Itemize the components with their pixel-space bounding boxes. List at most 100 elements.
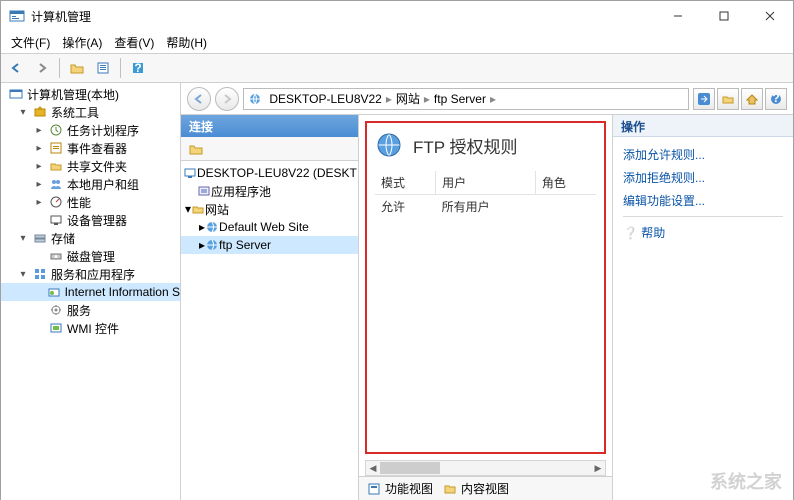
scroll-left-icon[interactable]: ◀ xyxy=(366,461,380,475)
breadcrumb-site[interactable]: ftp Server xyxy=(434,92,486,106)
chevron-right-icon: ▸ xyxy=(386,92,392,106)
iis-explore-button[interactable] xyxy=(717,88,739,110)
conn-folder-button[interactable] xyxy=(185,138,207,160)
col-role[interactable]: 角色 xyxy=(535,171,596,195)
iis-home-button[interactable] xyxy=(741,88,763,110)
tree-shared[interactable]: ▸共享文件夹 xyxy=(1,157,180,175)
tree-perf[interactable]: ▸性能 xyxy=(1,193,180,211)
menu-action[interactable]: 操作(A) xyxy=(56,32,108,53)
connections-toolbar xyxy=(181,137,358,161)
conn-sites[interactable]: ▾网站 xyxy=(181,200,358,218)
scroll-right-icon[interactable]: ▶ xyxy=(591,461,605,475)
conn-apppools[interactable]: 应用程序池 xyxy=(181,182,358,200)
breadcrumb-host[interactable]: DESKTOP-LEU8V22 xyxy=(248,92,382,106)
tree-services[interactable]: 服务 xyxy=(1,301,180,319)
tree-systools[interactable]: ▾系统工具 xyxy=(1,103,180,121)
col-user[interactable]: 用户 xyxy=(436,171,536,195)
tab-content-view[interactable]: 内容视图 xyxy=(443,480,509,497)
maximize-button[interactable] xyxy=(701,1,747,31)
col-mode[interactable]: 模式 xyxy=(375,171,436,195)
titlebar: 计算机管理 xyxy=(1,1,793,31)
svg-text:?: ? xyxy=(134,61,141,75)
iis-back-button[interactable] xyxy=(187,87,211,111)
scroll-thumb[interactable] xyxy=(380,462,440,474)
actions-separator xyxy=(623,216,783,217)
folder-button[interactable] xyxy=(66,57,88,79)
menu-view[interactable]: 查看(V) xyxy=(108,32,160,53)
tree-tasksched[interactable]: ▸任务计划程序 xyxy=(1,121,180,139)
window-title: 计算机管理 xyxy=(31,8,655,25)
iis-forward-button[interactable] xyxy=(215,87,239,111)
tree-wmi-label: WMI 控件 xyxy=(67,320,119,337)
breadcrumb-sites[interactable]: 网站 xyxy=(396,90,420,107)
iis-addressbar: DESKTOP-LEU8V22 ▸ 网站 ▸ ftp Server ▸ ? xyxy=(181,83,793,115)
action-help[interactable]: ❔ 帮助 xyxy=(623,221,783,244)
chevron-right-icon: ▸ xyxy=(424,92,430,106)
rules-table[interactable]: 模式 用户 角色 允许 所有用户 xyxy=(375,171,596,218)
close-button[interactable] xyxy=(747,1,793,31)
minimize-button[interactable] xyxy=(655,1,701,31)
action-add-allow[interactable]: 添加允许规则... xyxy=(623,143,783,166)
tree-iis-label: Internet Information S xyxy=(65,285,180,299)
conn-host[interactable]: DESKTOP-LEU8V22 (DESKT xyxy=(181,164,358,182)
app-icon xyxy=(9,8,25,24)
action-add-deny[interactable]: 添加拒绝规则... xyxy=(623,166,783,189)
tree-iis[interactable]: Internet Information S xyxy=(1,283,180,301)
tree-wmi[interactable]: WMI 控件 xyxy=(1,319,180,337)
iis-help-button[interactable]: ? xyxy=(765,88,787,110)
breadcrumb[interactable]: DESKTOP-LEU8V22 ▸ 网站 ▸ ftp Server ▸ xyxy=(243,88,689,110)
table-row[interactable]: 允许 所有用户 xyxy=(375,195,596,219)
actions-header: 操作 xyxy=(613,115,793,137)
tree-storage[interactable]: ▾存储 xyxy=(1,229,180,247)
conn-host-label: DESKTOP-LEU8V22 (DESKT xyxy=(197,166,357,180)
tree-diskmgmt[interactable]: 磁盘管理 xyxy=(1,247,180,265)
cell-mode: 允许 xyxy=(375,195,436,219)
ftp-rules-panel: FTP 授权规则 模式 用户 角色 允许 所有用户 xyxy=(365,121,606,454)
conn-dws-label: Default Web Site xyxy=(219,220,309,234)
forward-button[interactable] xyxy=(31,57,53,79)
tree-services-label: 服务 xyxy=(67,302,91,319)
actions-pane: 操作 添加允许规则... 添加拒绝规则... 编辑功能设置... ❔ 帮助 xyxy=(613,115,793,500)
conn-ftpserver[interactable]: ▸ftp Server xyxy=(181,236,358,254)
iis-go-button[interactable] xyxy=(693,88,715,110)
table-header-row: 模式 用户 角色 xyxy=(375,171,596,195)
horizontal-scrollbar[interactable]: ◀ ▶ xyxy=(365,460,606,476)
tree-storage-label: 存储 xyxy=(51,230,75,247)
view-tabs: 功能视图 内容视图 xyxy=(359,476,612,500)
conn-sites-label: 网站 xyxy=(205,201,229,218)
main: 计算机管理(本地) ▾系统工具 ▸任务计划程序 ▸事件查看器 ▸共享文件夹 ▸本… xyxy=(1,83,793,500)
toolbar: ? xyxy=(1,53,793,83)
connections-tree[interactable]: DESKTOP-LEU8V22 (DESKT 应用程序池 ▾网站 ▸Defaul… xyxy=(181,161,358,500)
globe-icon xyxy=(375,131,403,159)
ftp-title: FTP 授权规则 xyxy=(413,133,518,158)
tree-devmgr[interactable]: 设备管理器 xyxy=(1,211,180,229)
connections-header: 连接 xyxy=(181,115,358,137)
tree-localusers[interactable]: ▸本地用户和组 xyxy=(1,175,180,193)
tree-systools-label: 系统工具 xyxy=(51,104,99,121)
tree-eventvwr[interactable]: ▸事件查看器 xyxy=(1,139,180,157)
mmc-tree[interactable]: 计算机管理(本地) ▾系统工具 ▸任务计划程序 ▸事件查看器 ▸共享文件夹 ▸本… xyxy=(1,83,181,500)
chevron-right-icon: ▸ xyxy=(490,92,496,106)
tree-perf-label: 性能 xyxy=(67,194,91,211)
tree-devmgr-label: 设备管理器 xyxy=(67,212,127,229)
tab-feature-view[interactable]: 功能视图 xyxy=(367,480,433,497)
tree-eventvwr-label: 事件查看器 xyxy=(67,140,127,157)
tree-root-label: 计算机管理(本地) xyxy=(27,86,119,103)
conn-defaultwebsite[interactable]: ▸Default Web Site xyxy=(181,218,358,236)
ftp-title-row: FTP 授权规则 xyxy=(375,131,596,159)
tree-tasksched-label: 任务计划程序 xyxy=(67,122,139,139)
connections-pane: 连接 DESKTOP-LEU8V22 (DESKT 应用程序池 ▾网站 ▸Def… xyxy=(181,115,359,500)
svg-text:?: ? xyxy=(772,93,779,105)
menu-help[interactable]: 帮助(H) xyxy=(160,32,213,53)
properties-button[interactable] xyxy=(92,57,114,79)
menu-file[interactable]: 文件(F) xyxy=(5,32,56,53)
action-edit-feature[interactable]: 编辑功能设置... xyxy=(623,189,783,212)
conn-apppools-label: 应用程序池 xyxy=(211,183,271,200)
toolbar-sep xyxy=(59,58,60,78)
tree-apps[interactable]: ▾服务和应用程序 xyxy=(1,265,180,283)
back-button[interactable] xyxy=(5,57,27,79)
menubar: 文件(F) 操作(A) 查看(V) 帮助(H) xyxy=(1,31,793,53)
help-button[interactable]: ? xyxy=(127,57,149,79)
tree-diskmgmt-label: 磁盘管理 xyxy=(67,248,115,265)
tree-root[interactable]: 计算机管理(本地) xyxy=(1,85,180,103)
